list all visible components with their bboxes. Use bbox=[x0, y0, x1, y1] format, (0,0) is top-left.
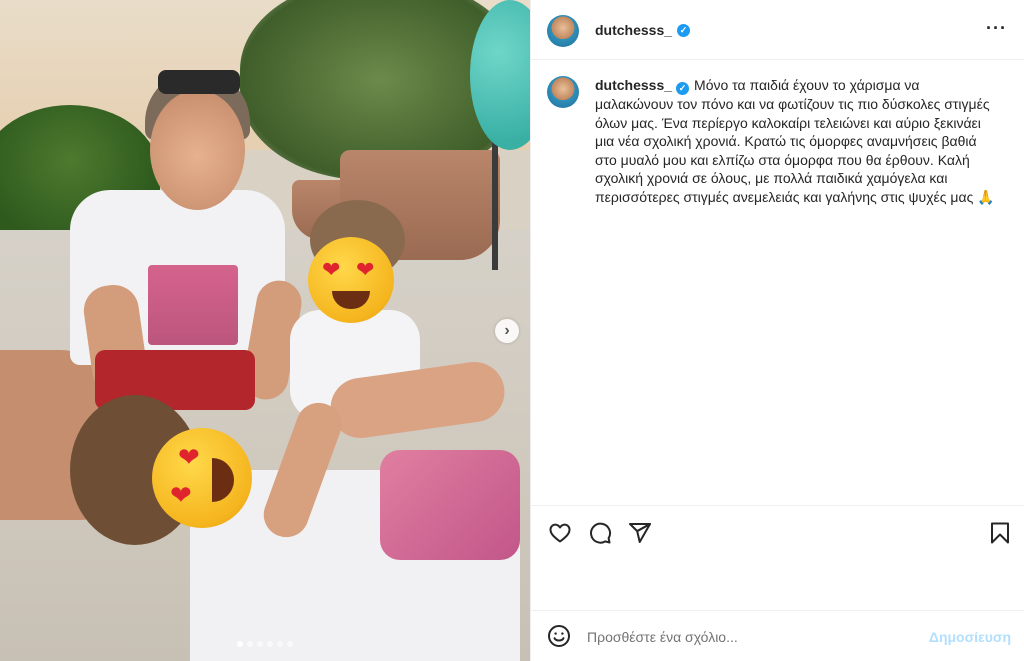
avatar[interactable] bbox=[547, 76, 579, 108]
carousel-indicator bbox=[237, 641, 293, 647]
post-detail-panel: dutchesss_ ✓ ··· dutchesss_ ✓ Μόνο τα παιδ… bbox=[530, 0, 1024, 661]
emoji-icon bbox=[548, 625, 570, 647]
carousel-dot bbox=[247, 641, 253, 647]
share-button[interactable] bbox=[627, 520, 653, 546]
comment-button[interactable] bbox=[587, 520, 613, 546]
photo-sunglasses bbox=[158, 70, 240, 94]
caption-text: Μόνο τα παιδιά έχουν το χάρισμα να μαλακ… bbox=[595, 77, 995, 205]
carousel-dot bbox=[277, 641, 283, 647]
photo-shirt-print bbox=[148, 265, 238, 345]
share-icon bbox=[629, 523, 651, 543]
comment-icon bbox=[590, 522, 612, 544]
heart-eyes-emoji-icon: ❤ ❤ bbox=[152, 428, 252, 528]
photo-mother-face bbox=[150, 90, 245, 210]
carousel-dot bbox=[267, 641, 273, 647]
verified-badge-icon: ✓ bbox=[676, 82, 690, 95]
chevron-right-icon: › bbox=[504, 322, 510, 339]
carousel-dot bbox=[237, 641, 243, 647]
next-slide-button[interactable]: › bbox=[495, 319, 519, 343]
more-options-icon[interactable]: ··· bbox=[986, 18, 1007, 39]
heart-eyes-emoji-icon: ❤ ❤ bbox=[308, 237, 394, 323]
heart-icon bbox=[549, 523, 571, 543]
verified-badge-icon: ✓ bbox=[677, 23, 691, 37]
carousel-dot bbox=[257, 641, 263, 647]
comment-bar: Δημοσίευση bbox=[531, 610, 1024, 661]
post-caption: dutchesss_ ✓ Μόνο τα παιδιά έχουν το χάρισ… bbox=[595, 76, 995, 206]
post-comment-button[interactable]: Δημοσίευση bbox=[929, 629, 1011, 645]
post-header: dutchesss_ ✓ ··· bbox=[531, 0, 1024, 60]
save-button[interactable] bbox=[987, 520, 1013, 546]
photo-towel bbox=[380, 450, 520, 560]
username-link[interactable]: dutchesss_ bbox=[595, 22, 672, 38]
emoji-picker-button[interactable] bbox=[547, 624, 573, 650]
like-button[interactable] bbox=[547, 520, 573, 546]
photo-railing bbox=[492, 140, 498, 270]
avatar[interactable] bbox=[547, 15, 579, 47]
post-photo[interactable]: ❤ ❤ ❤ ❤ › bbox=[0, 0, 530, 661]
caption-username-link[interactable]: dutchesss_ bbox=[595, 77, 672, 93]
bookmark-icon bbox=[991, 522, 1009, 544]
post-actions bbox=[531, 505, 1024, 610]
carousel-dot bbox=[287, 641, 293, 647]
header-user: dutchesss_ ✓ bbox=[595, 22, 691, 38]
comment-input[interactable] bbox=[587, 625, 917, 649]
